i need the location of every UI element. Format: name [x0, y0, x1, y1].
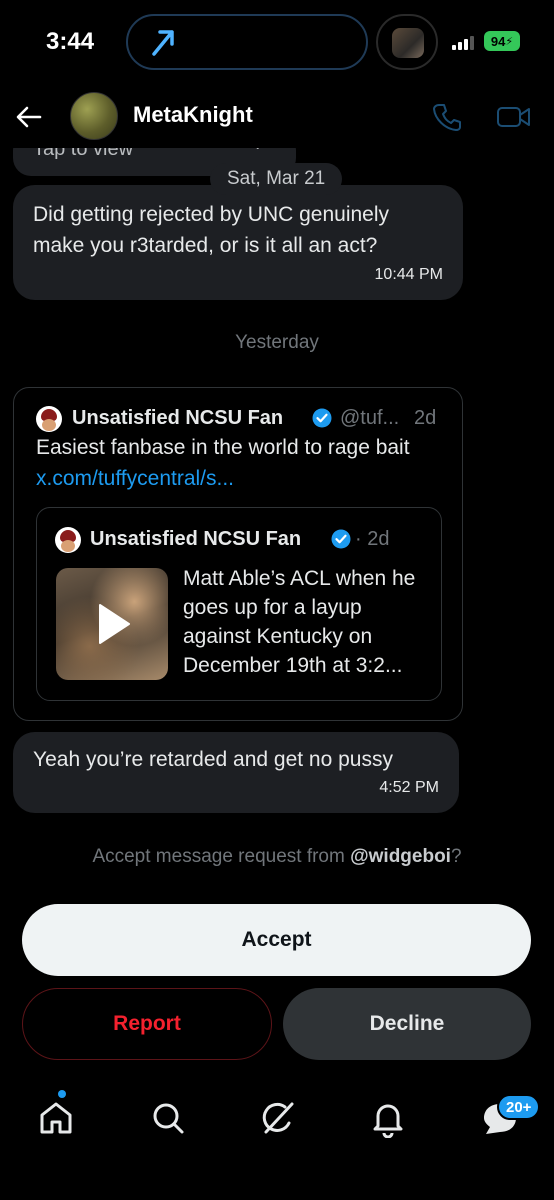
notifications-icon[interactable]: [368, 1098, 408, 1138]
quoted-author-name: Unsatisfied NCSU Fan: [90, 528, 302, 550]
message-request-prompt: Accept message request from @widgeboi?: [0, 846, 554, 868]
status-bar: 3:44 94 ⚡: [0, 0, 554, 86]
request-username[interactable]: @widgeboi: [350, 846, 451, 867]
home-icon[interactable]: [36, 1098, 76, 1138]
video-call-icon[interactable]: [496, 102, 532, 132]
quoted-post-card[interactable]: Unsatisfied NCSU Fan · 2d Matt Able’s AC…: [36, 507, 442, 701]
request-prompt-suffix: ?: [450, 846, 462, 867]
post-text: Easiest fanbase in the world to rage bai…: [36, 436, 410, 459]
battery-level: 94: [490, 33, 506, 49]
quoted-post-text: Matt Able’s ACL when he goes up for a la…: [183, 567, 416, 677]
post-author-name[interactable]: Unsatisfied NCSU Fan: [72, 407, 283, 430]
camera-thumbnail: [392, 28, 424, 58]
message-timestamp: 4:52 PM: [379, 779, 439, 796]
video-thumbnail[interactable]: [56, 568, 168, 680]
back-arrow-icon[interactable]: [14, 102, 44, 132]
messages-badge: 20+: [497, 1094, 541, 1120]
search-icon[interactable]: [148, 1098, 188, 1138]
post-author-avatar[interactable]: [36, 406, 62, 432]
message-text: Yeah you’re retarded and get no pussy: [33, 748, 393, 771]
live-activity-thumbnail[interactable]: [376, 14, 438, 70]
signal-icon: [452, 36, 478, 50]
verified-badge-icon: [331, 529, 351, 549]
contact-name[interactable]: MetaKnight: [133, 102, 253, 128]
contact-avatar[interactable]: [70, 92, 118, 140]
post-link[interactable]: x.com/tuffycentral/s...: [36, 467, 234, 491]
play-icon: [99, 604, 130, 644]
decline-button[interactable]: Decline: [283, 988, 531, 1060]
post-age: 2d: [414, 407, 437, 429]
message-text: Did getting rejected by UNC genuinely ma…: [33, 203, 390, 257]
status-time: 3:44: [46, 28, 95, 55]
day-divider: Yesterday: [235, 332, 319, 353]
phone-icon[interactable]: [432, 102, 462, 132]
report-button[interactable]: Report: [22, 988, 272, 1060]
message-bubble[interactable]: Yeah you’re retarded and get no pussy 4:…: [13, 732, 459, 813]
message-bubble[interactable]: Did getting rejected by UNC genuinely ma…: [13, 185, 463, 300]
home-notification-dot: [58, 1090, 66, 1098]
quoted-post-age: · 2d: [355, 528, 390, 550]
message-timestamp: 10:44 PM: [374, 266, 443, 283]
request-prompt-text: Accept message request from: [92, 846, 351, 867]
post-author-handle: @tuf...: [340, 407, 400, 429]
grok-icon[interactable]: [258, 1098, 298, 1138]
quoted-author-avatar: [55, 527, 81, 553]
bottom-navigation: 20+: [0, 1082, 554, 1200]
conversation-header: MetaKnight: [0, 86, 554, 148]
accept-button[interactable]: Accept: [22, 904, 531, 976]
navigation-arrow-icon: [152, 30, 174, 56]
battery-indicator: 94 ⚡: [484, 31, 520, 51]
shared-post-card[interactable]: Unsatisfied NCSU Fan @tuf... 2d Easiest …: [13, 387, 463, 721]
dynamic-island[interactable]: [126, 14, 368, 70]
verified-badge-icon: [312, 408, 332, 428]
date-divider: Sat, Mar 21: [210, 163, 343, 195]
